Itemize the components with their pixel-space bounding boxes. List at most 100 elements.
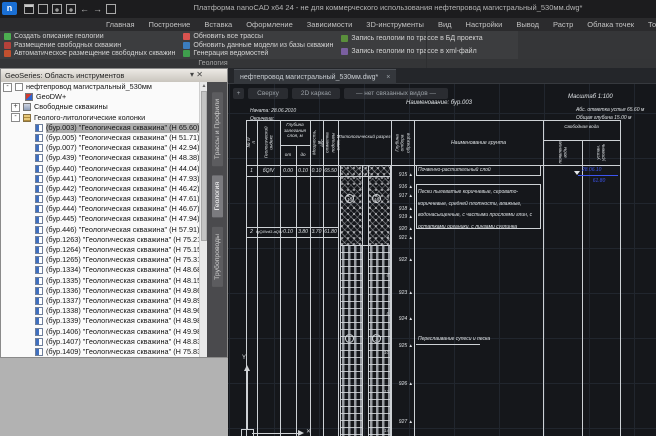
sample-mark-icon: ▲ <box>409 343 413 348</box>
pin-icon[interactable]: ▾ <box>190 70 194 79</box>
ribbon-tab-Главная[interactable]: Главная <box>100 19 141 30</box>
ribbon-button-label: Обновить все трассы <box>193 33 263 40</box>
side-tab-Трубопроводы[interactable]: Трубопроводы <box>212 227 223 287</box>
ribbon-tab-Зависимости[interactable]: Зависимости <box>301 19 359 30</box>
borehole-icon <box>35 317 43 325</box>
col-header-water-group: Свободная вода <box>543 124 620 130</box>
tree-item-borehole-6[interactable]: (бур.442) "Геологическая скважина" (Н 46… <box>1 184 199 194</box>
drawing-canvas[interactable]: нефтепровод магистральный_530мм.dwg*× 91… <box>228 68 656 436</box>
ribbon-group-separator <box>426 31 427 68</box>
redo-icon[interactable]: → <box>93 4 102 14</box>
ribbon-button[interactable]: Запись геологии по трассе в БД проекта <box>341 34 482 43</box>
palette-side-tabs: Трассы и Профили Геология Трубопроводы <box>207 82 227 357</box>
ribbon-button[interactable]: Обновить все трассы <box>183 32 333 41</box>
tree-item-borehole-1[interactable]: (бур.005) "Геологическая скважина" (Н 51… <box>1 133 199 143</box>
tree-item-borehole-10[interactable]: (бур.446) "Геологическая скважина" (Н 57… <box>1 225 199 235</box>
tree-item-borehole-2[interactable]: (бур.007) "Геологическая скважина" (Н 42… <box>1 143 199 153</box>
tree-item-geodw[interactable]: GeoDW+ <box>1 92 199 102</box>
tree-item-label: (бур.1339) "Геологическая скважина" (Н 4… <box>46 316 199 326</box>
nanocad-logo-icon[interactable]: n <box>2 2 17 15</box>
open-folder-icon[interactable] <box>38 4 48 14</box>
crosshair-cursor-icon: ✕ <box>306 428 311 435</box>
table-column-line <box>338 120 339 436</box>
visual-style-button[interactable]: 2D каркас <box>292 88 340 99</box>
collapse-icon[interactable]: - <box>11 113 20 122</box>
tree-item-free-wells[interactable]: +Свободные скважины <box>1 102 199 112</box>
title-bar: n ←→ Платформа nanoCAD x64 24 - не для к… <box>0 0 656 18</box>
ribbon-button-label: Запись геологии по трассе в БД проекта <box>351 35 482 42</box>
tree-item-borehole-4[interactable]: (бур.440) "Геологическая скважина" (Н 44… <box>1 164 199 174</box>
ribbon-button[interactable]: Размещение свободных скважин <box>4 41 175 50</box>
ribbon-tab-Вид[interactable]: Вид <box>432 19 458 30</box>
close-icon[interactable]: ✕ <box>196 70 203 79</box>
ribbon-tab-Настройки[interactable]: Настройки <box>460 19 509 30</box>
sample-mark: 918 ▲ <box>393 206 413 212</box>
ribbon-button[interactable]: Генерация ведомостей <box>183 49 333 58</box>
tree-item-borehole-3[interactable]: (бур.439) "Геологическая скважина" (Н 48… <box>1 153 199 163</box>
row1-index: бQIV <box>257 168 280 174</box>
sample-mark-icon: ▲ <box>409 206 413 211</box>
view-direction-button[interactable]: Сверху <box>248 88 288 99</box>
ribbon-tab-Облака точек[interactable]: Облака точек <box>581 19 640 30</box>
ribbon-button[interactable]: Автоматическое размещение свободных сква… <box>4 49 175 58</box>
sheet-name: Наименование: бур.003 <box>406 100 472 106</box>
ribbon-button[interactable]: Запись геологии по трассе в xml-файл <box>341 47 482 56</box>
print-icon[interactable] <box>106 4 116 14</box>
tree-item-borehole-13[interactable]: (бур.1265) "Геологическая скважина" (Н 7… <box>1 255 199 265</box>
generate-sheets-icon <box>183 50 190 57</box>
tree-item-borehole-8[interactable]: (бур.444) "Геологическая скважина" (Н 46… <box>1 204 199 214</box>
tree-item-label: (бур.1265) "Геологическая скважина" (Н 7… <box>46 255 199 265</box>
tree-item-borehole-20[interactable]: (бур.1406) "Геологическая скважина" (Н 4… <box>1 327 199 337</box>
refresh-model-from-db-icon <box>183 42 190 49</box>
ribbon-tab-Топоплан[interactable]: Топоплан <box>642 19 656 30</box>
sample-number: 924 <box>399 316 409 322</box>
viewport-menu-button[interactable]: + <box>233 88 244 99</box>
tree-item-borehole-7[interactable]: (бур.443) "Геологическая скважина" (Н 47… <box>1 194 199 204</box>
tree-item-borehole-15[interactable]: (бур.1335) "Геологическая скважина" (Н 4… <box>1 276 199 286</box>
tree-item-borehole-18[interactable]: (бур.1338) "Геологическая скважина" (Н 4… <box>1 306 199 316</box>
tree-item-borehole-14[interactable]: (бур.1334) "Геологическая скважина" (Н 4… <box>1 265 199 275</box>
sample-number: 922 <box>399 257 409 263</box>
tree-item-borehole-19[interactable]: (бур.1339) "Геологическая скважина" (Н 4… <box>1 316 199 326</box>
create-geology-description-icon <box>4 33 11 40</box>
sample-mark-icon: ▲ <box>409 172 413 177</box>
ribbon-tab-Растр[interactable]: Растр <box>547 19 579 30</box>
tree-item-label: (бур.1264) "Геологическая скважина" (Н 7… <box>46 245 199 255</box>
ribbon-button[interactable]: Обновить данные модели из базы скважин <box>183 41 333 50</box>
sample-number: 916 <box>399 184 409 190</box>
side-tab-Трассы и Профили[interactable]: Трассы и Профили <box>212 92 223 166</box>
ribbon-group-label: Геология <box>0 59 426 68</box>
side-tab-Геология[interactable]: Геология <box>212 175 223 217</box>
litho-layer2-hatch-right <box>368 176 390 245</box>
tree-scrollbar[interactable]: ▲ <box>199 82 207 357</box>
new-file-icon[interactable] <box>24 4 34 14</box>
col-header-bottom-elev: Абс. отметка подошвы слоя, м <box>323 120 338 165</box>
ribbon-tab-Оформление[interactable]: Оформление <box>240 19 299 30</box>
ribbon-empty-area <box>518 31 656 59</box>
tree-item-geo-columns[interactable]: -Геолого-литологические колонки <box>1 113 199 123</box>
sample-number: 920 <box>399 226 409 232</box>
tree-item-borehole-16[interactable]: (бур.1336) "Геологическая скважина" (Н 4… <box>1 286 199 296</box>
ribbon-tab-Вывод[interactable]: Вывод <box>510 19 545 30</box>
tree-item-borehole-17[interactable]: (бур.1337) "Геологическая скважина" (Н 4… <box>1 296 199 306</box>
bottom-left-area <box>0 358 228 436</box>
tree-item-borehole-22[interactable]: (бур.1409) "Геологическая скважина" (Н 7… <box>1 347 199 357</box>
ribbon-button[interactable]: Создать описание геологии <box>4 32 175 41</box>
row3-soil: Переслаивание супеси и песка <box>418 336 490 342</box>
collapse-icon[interactable]: - <box>3 83 12 92</box>
tree-item-borehole-0[interactable]: (бур.003) "Геологическая скважина" (Н 65… <box>1 123 199 133</box>
tree-item-borehole-12[interactable]: (бур.1264) "Геологическая скважина" (Н 7… <box>1 245 199 255</box>
ribbon-tab-Вставка[interactable]: Вставка <box>198 19 238 30</box>
ribbon-tab-Построение[interactable]: Построение <box>143 19 197 30</box>
tree-item-root[interactable]: -нефтепровод магистральный_530мм <box>1 82 199 92</box>
tree-item-borehole-5[interactable]: (бур.441) "Геологическая скважина" (Н 47… <box>1 174 199 184</box>
undo-icon[interactable]: ← <box>80 4 89 14</box>
ribbon-tab-3D-инструменты[interactable]: 3D-инструменты <box>360 19 430 30</box>
save-icon[interactable] <box>52 4 62 14</box>
tree-item-borehole-11[interactable]: (бур.1263) "Геологическая скважина" (Н 7… <box>1 235 199 245</box>
save-all-icon[interactable] <box>66 4 76 14</box>
tree-item-borehole-9[interactable]: (бур.445) "Геологическая скважина" (Н 47… <box>1 214 199 224</box>
expand-icon[interactable]: + <box>11 103 20 112</box>
tree-item-borehole-21[interactable]: (бур.1407) "Геологическая скважина" (Н 4… <box>1 337 199 347</box>
linked-views-button[interactable]: — нет связанных видов — <box>344 88 448 99</box>
